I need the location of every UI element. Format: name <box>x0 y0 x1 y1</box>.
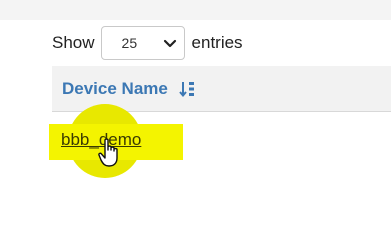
entries-per-page-select[interactable]: 25 <box>100 26 185 60</box>
length-menu-prefix: Show <box>52 33 95 52</box>
column-header-label: Device Name <box>62 78 168 98</box>
entries-per-page-value: 25 <box>121 35 138 51</box>
sort-alpha-down-icon <box>178 82 194 98</box>
chevron-down-icon <box>163 39 176 48</box>
top-strip <box>0 0 391 20</box>
page-root: Show 25 entries Device Name bbb_demo <box>0 0 391 237</box>
hand-pointer-icon <box>98 138 118 167</box>
length-menu-suffix: entries <box>191 33 243 52</box>
length-menu: Show 25 entries <box>52 25 243 61</box>
column-header-device-name[interactable]: Device Name <box>62 79 197 99</box>
